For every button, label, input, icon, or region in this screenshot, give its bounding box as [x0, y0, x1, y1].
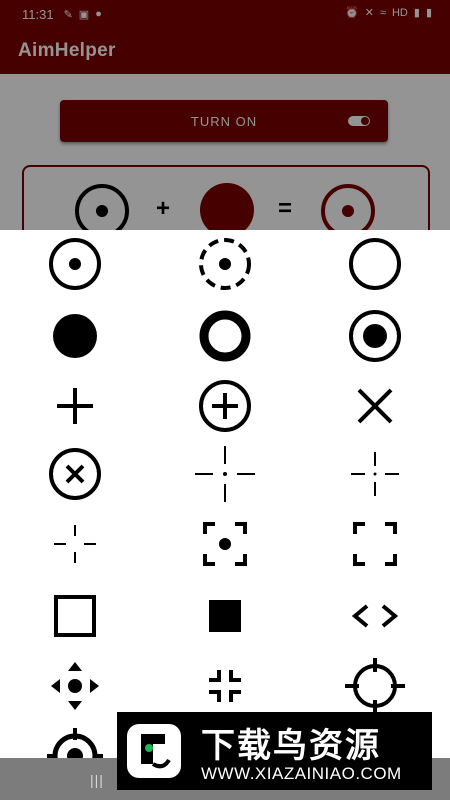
crosshair-option[interactable] [185, 306, 265, 366]
dashed-dot-circle-icon [199, 238, 251, 290]
crosshair-option[interactable] [35, 306, 115, 366]
crosshair-option[interactable] [185, 586, 265, 646]
crosshair-option[interactable] [335, 234, 415, 294]
crosshair-option[interactable] [185, 514, 265, 574]
square-outline-icon [54, 595, 96, 637]
bracket-dot-icon [203, 522, 247, 566]
crosshair-option[interactable] [185, 234, 265, 294]
crosshair-option[interactable] [185, 444, 265, 504]
recents-button[interactable]: ||| [90, 772, 104, 788]
dpad-arrows-icon [51, 662, 99, 710]
plus-icon [57, 388, 93, 424]
crosshair-option[interactable] [335, 586, 415, 646]
crosshair-option[interactable] [335, 514, 415, 574]
dot-circle-icon [49, 238, 101, 290]
inward-corners-icon [209, 670, 241, 702]
chevrons-icon [351, 604, 399, 628]
watermark-logo [127, 724, 181, 778]
crosshair-option[interactable] [35, 514, 115, 574]
crosshair-option[interactable] [185, 656, 265, 716]
watermark-banner: 下载鸟资源 WWW.XIAZAINIAO.COM [117, 712, 432, 790]
ring-icon [349, 238, 401, 290]
watermark-title: 下载鸟资源 [201, 727, 381, 765]
crosshair-option[interactable] [35, 444, 115, 504]
crosshair-option[interactable] [185, 376, 265, 436]
crosshair-option[interactable] [335, 376, 415, 436]
bracket-corners-icon [353, 522, 397, 566]
scope-ring-icon [345, 658, 405, 714]
thick-ring-icon [199, 310, 251, 362]
x-icon [357, 388, 393, 424]
dashed-cross-dot-icon [195, 446, 255, 502]
crosshair-option[interactable] [335, 656, 415, 716]
watermark-url: WWW.XIAZAINIAO.COM [201, 764, 402, 783]
bird-logo-icon [141, 734, 171, 769]
solid-dot-icon [53, 314, 97, 358]
gap-cross-dot-icon [351, 452, 399, 496]
small-gap-cross-icon [54, 525, 96, 563]
crosshair-option[interactable] [335, 444, 415, 504]
ring-dot-icon [349, 310, 401, 362]
filled-square-icon [209, 600, 241, 632]
circle-x-icon [49, 448, 101, 500]
crosshair-option[interactable] [35, 234, 115, 294]
crosshair-option[interactable] [35, 586, 115, 646]
circle-plus-icon [199, 380, 251, 432]
crosshair-option[interactable] [35, 376, 115, 436]
crosshair-option[interactable] [335, 306, 415, 366]
crosshair-option[interactable] [35, 656, 115, 716]
